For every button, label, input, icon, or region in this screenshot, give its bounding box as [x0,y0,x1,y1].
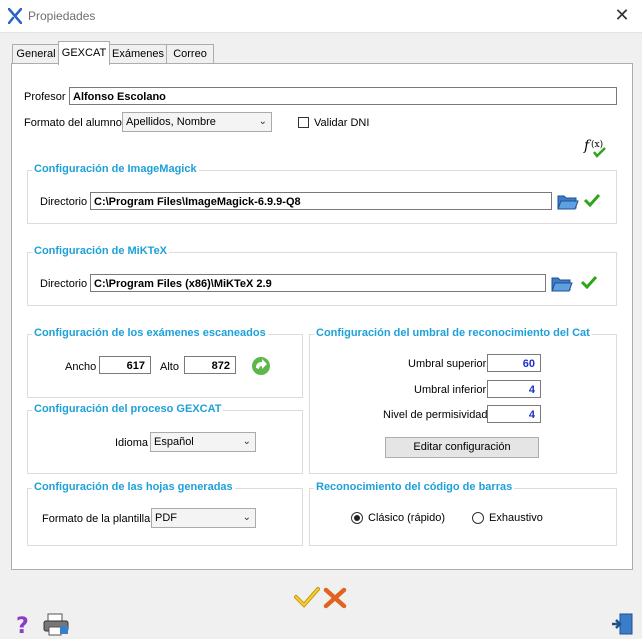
svg-text:(x): (x) [591,139,603,150]
miktex-group-title: Configuración de MiKTeX [32,245,170,257]
formato-alumno-label: Formato del alumno [24,117,122,129]
umbral-inferior-input[interactable]: 4 [487,380,541,398]
exhaustivo-label: Exhaustivo [489,512,543,524]
folder-open-icon[interactable] [556,191,580,211]
tab-correo[interactable]: Correo [166,44,214,64]
tab-examenes[interactable]: Exámenes [108,44,168,64]
miktex-dir-label: Directorio [40,278,88,290]
permisividad-input[interactable]: 4 [487,405,541,423]
imagemagick-dir-input[interactable]: C:\Program Files\ImageMagick-6.9.9-Q8 [90,192,552,210]
refresh-arrow-icon[interactable] [250,356,272,376]
editar-configuracion-button[interactable]: Editar configuración [385,437,539,458]
clasico-label: Clásico (rápido) [368,512,446,524]
exit-door-icon[interactable] [610,612,634,636]
imagemagick-group-title: Configuración de ImageMagick [32,163,199,175]
umbral-inferior-label: Umbral inferior [414,384,487,396]
imagemagick-dir-label: Directorio [40,196,88,208]
help-question-icon[interactable]: ? [14,612,36,636]
clasico-radio[interactable] [351,512,363,524]
accept-check-icon[interactable] [294,586,320,608]
idioma-value: Español [154,436,194,448]
tab-general[interactable]: General [12,44,60,64]
cancel-x-icon[interactable] [322,586,348,610]
hojas-group-title: Configuración de las hojas generadas [32,481,235,493]
idioma-label: Idioma [115,437,149,449]
close-window-button[interactable]: ✕ [610,4,634,26]
alto-input[interactable]: 872 [184,356,236,374]
miktex-dir-input[interactable]: C:\Program Files (x86)\MiKTeX 2.9 [90,274,546,292]
plantilla-label: Formato de la plantilla [42,513,151,525]
title-bar [0,0,642,33]
profesor-label: Profesor [24,91,66,103]
chevron-down-icon: ⌄ [242,512,251,523]
tab-gexcat[interactable]: GEXCAT [58,41,110,65]
function-icon[interactable]: f (x) [583,135,609,159]
plantilla-select[interactable]: PDF ⌄ [151,508,256,528]
app-x-icon [8,8,22,24]
umbral-superior-label: Umbral superior [408,358,487,370]
chevron-down-icon: ⌄ [242,436,251,447]
ancho-label: Ancho [65,361,97,373]
barras-group-title: Reconocimiento del código de barras [314,481,515,493]
umbral-superior-input[interactable]: 60 [487,354,541,372]
permisividad-label: Nivel de permisividad [383,409,488,421]
check-icon[interactable] [583,193,601,207]
plantilla-value: PDF [155,512,177,524]
chevron-down-icon: ⌄ [258,116,267,127]
window-title: Propiedades [28,9,96,23]
idioma-select[interactable]: Español ⌄ [150,432,256,452]
folder-open-icon[interactable] [550,273,574,293]
umbral-group-title: Configuración del umbral de reconocimien… [314,327,592,339]
proceso-group-title: Configuración del proceso GEXCAT [32,403,224,415]
escaneados-group-title: Configuración de los exámenes escaneados [32,327,268,339]
svg-text:?: ? [16,614,29,636]
ancho-input[interactable]: 617 [99,356,151,374]
validar-dni-label: Validar DNI [314,117,370,129]
exhaustivo-radio[interactable] [472,512,484,524]
alto-label: Alto [160,361,179,373]
profesor-input[interactable]: Alfonso Escolano [69,87,617,105]
check-icon[interactable] [580,275,598,289]
formato-alumno-select[interactable]: Apellidos, Nombre ⌄ [122,112,272,132]
formato-alumno-value: Apellidos, Nombre [126,116,216,128]
validar-dni-checkbox[interactable] [298,117,309,128]
printer-icon[interactable] [42,612,70,636]
